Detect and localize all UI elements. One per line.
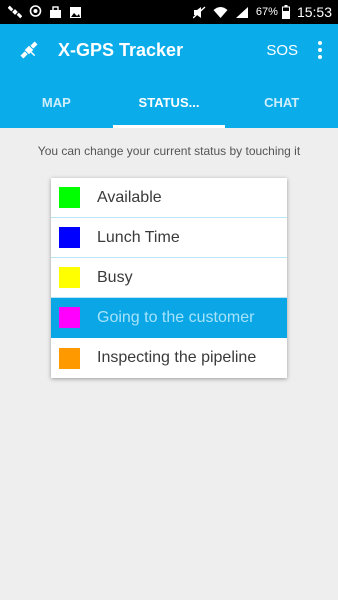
satellite-icon <box>8 5 22 19</box>
app-title: X-GPS Tracker <box>58 39 184 60</box>
battery-icon <box>281 5 290 19</box>
bag-icon <box>49 5 62 19</box>
status-color-swatch <box>59 227 80 248</box>
status-item-busy[interactable]: Busy <box>51 258 287 298</box>
signal-icon <box>235 6 249 19</box>
mute-icon <box>192 5 206 19</box>
system-status-bar: 67% 15:53 <box>0 0 338 24</box>
status-label: Going to the customer <box>97 308 255 326</box>
location-icon <box>29 5 42 19</box>
status-label: Busy <box>97 268 133 286</box>
overflow-menu-icon[interactable] <box>312 41 328 59</box>
status-item-available[interactable]: Available <box>51 178 287 218</box>
status-item-lunch-time[interactable]: Lunch Time <box>51 218 287 258</box>
sos-button[interactable]: SOS <box>266 42 298 59</box>
status-color-swatch <box>59 307 80 328</box>
status-hint: You can change your current status by to… <box>37 144 301 158</box>
image-icon <box>69 6 82 19</box>
status-label: Inspecting the pipeline <box>97 349 257 366</box>
status-item-going-to-customer[interactable]: Going to the customer <box>51 298 287 338</box>
tab-chat[interactable]: CHAT <box>225 76 338 128</box>
tab-status[interactable]: STATUS... <box>112 76 226 128</box>
status-color-swatch <box>59 187 80 208</box>
wifi-icon <box>213 6 228 19</box>
clock: 15:53 <box>296 4 332 20</box>
status-color-swatch <box>59 267 80 288</box>
battery-percent: 67% <box>255 6 278 18</box>
status-label: Lunch Time <box>97 228 180 246</box>
satellite-logo-icon <box>14 35 44 65</box>
tab-bar: MAP STATUS... CHAT <box>0 76 338 128</box>
status-label: Available <box>97 188 162 206</box>
status-list: Available Lunch Time Busy Going to the c… <box>51 178 287 378</box>
status-item-inspecting-pipeline[interactable]: Inspecting the pipeline <box>51 338 287 378</box>
status-color-swatch <box>59 347 80 369</box>
app-bar: X-GPS Tracker SOS <box>0 24 338 76</box>
tab-map[interactable]: MAP <box>0 76 113 128</box>
